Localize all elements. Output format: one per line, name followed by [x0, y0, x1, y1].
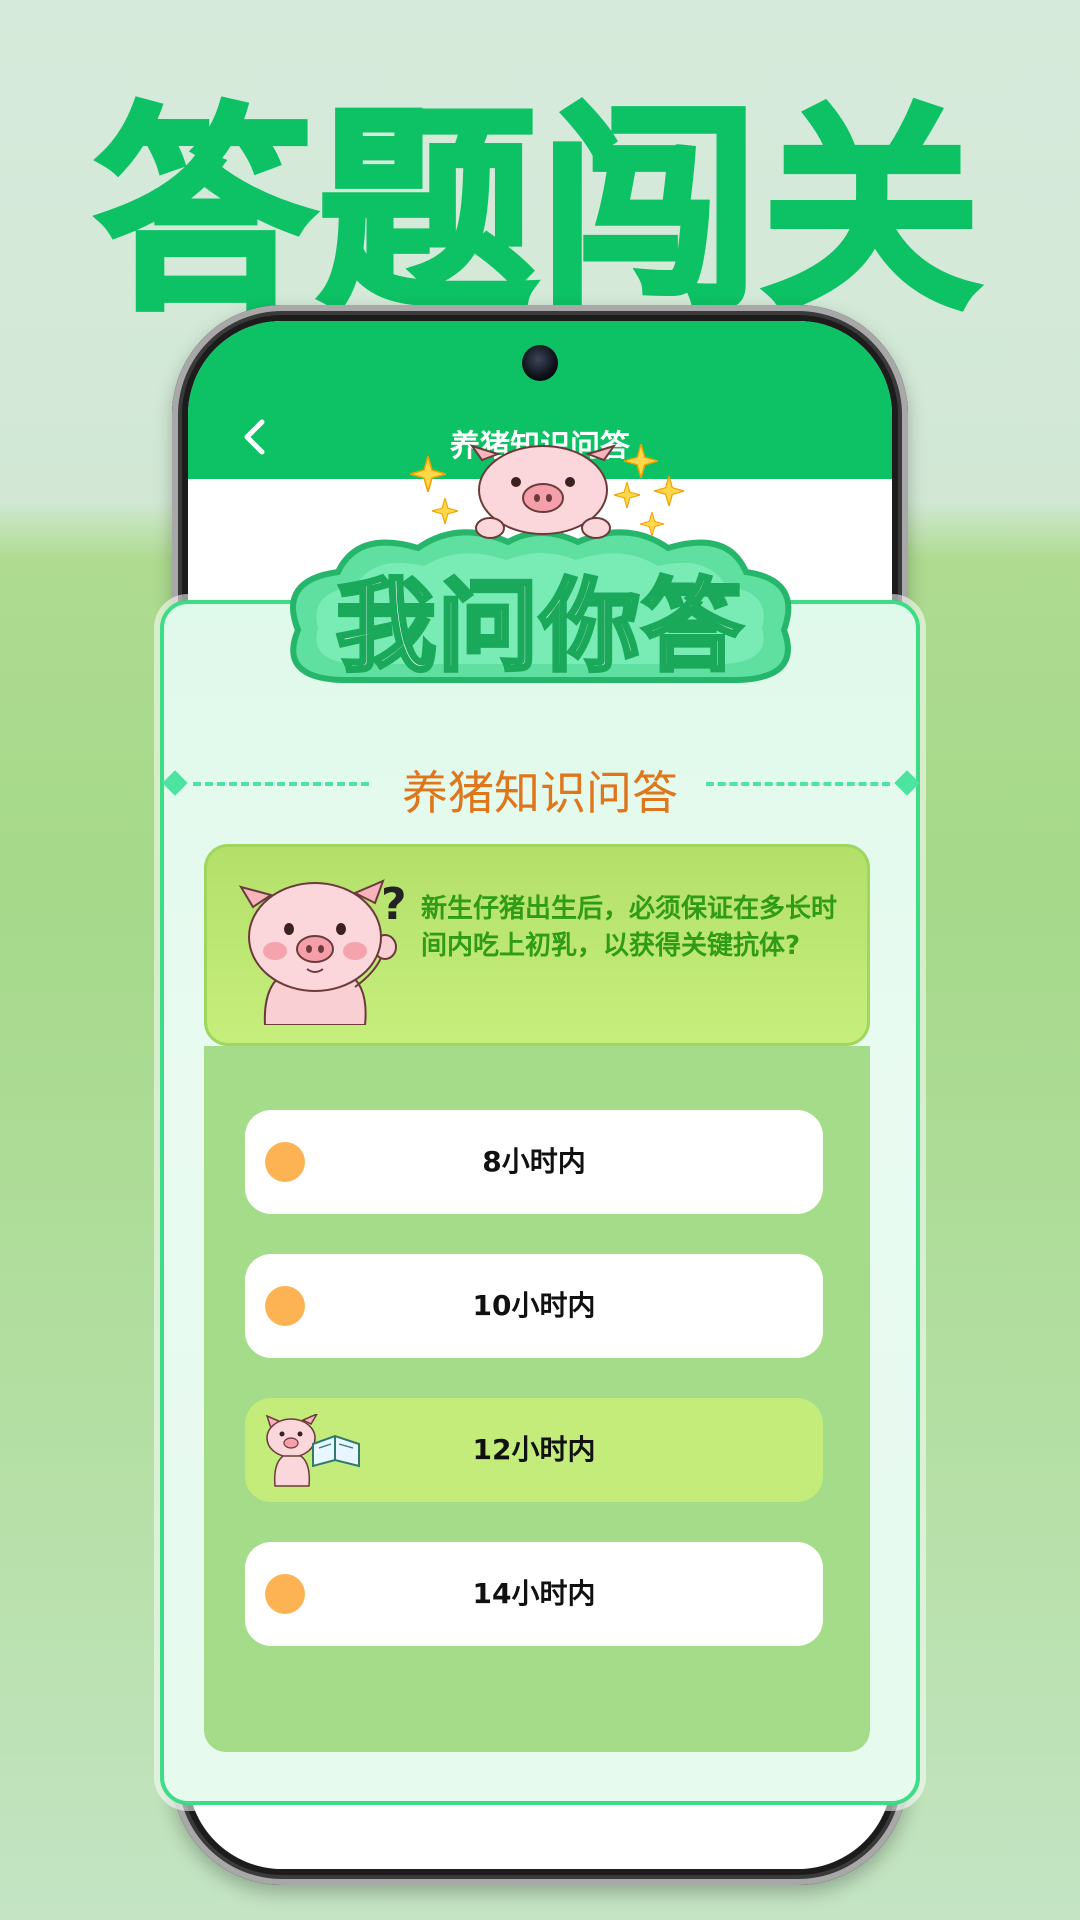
divider-right	[706, 782, 890, 786]
section-title: 养猪知识问答	[402, 766, 678, 820]
sparkle-icon	[614, 482, 640, 508]
option-label: 12小时内	[472, 1433, 596, 1466]
option-label: 10小时内	[472, 1289, 596, 1322]
pig-peeking-icon	[469, 444, 617, 539]
front-camera	[522, 345, 558, 381]
divider-left	[193, 782, 369, 786]
option-label: 14小时内	[472, 1577, 596, 1610]
badge-title: 我问你答	[334, 566, 744, 687]
option-4[interactable]: 14小时内	[245, 1542, 823, 1646]
sparkle-icon	[624, 444, 658, 478]
sparkle-icon	[640, 512, 664, 536]
sparkle-icon	[654, 476, 684, 506]
option-label: 8小时内	[482, 1145, 586, 1178]
option-3-selected[interactable]: 12小时内	[245, 1398, 823, 1502]
option-1[interactable]: 8小时内	[245, 1110, 823, 1214]
option-2[interactable]: 10小时内	[245, 1254, 823, 1358]
sparkle-icon	[432, 498, 458, 524]
svg-text:?: ?	[381, 879, 405, 930]
badge: 我问你答	[278, 440, 802, 690]
sparkle-icon	[410, 456, 446, 492]
question-box: ? 新生仔猪出生后，必须保证在多长时间内吃上初乳，以获得关键抗体?	[204, 844, 870, 1046]
pig-mascot-icon: ?	[238, 879, 405, 1025]
hero-title: 答题闯关	[93, 87, 984, 340]
question-text: 新生仔猪出生后，必须保证在多长时间内吃上初乳，以获得关键抗体?	[421, 894, 838, 961]
